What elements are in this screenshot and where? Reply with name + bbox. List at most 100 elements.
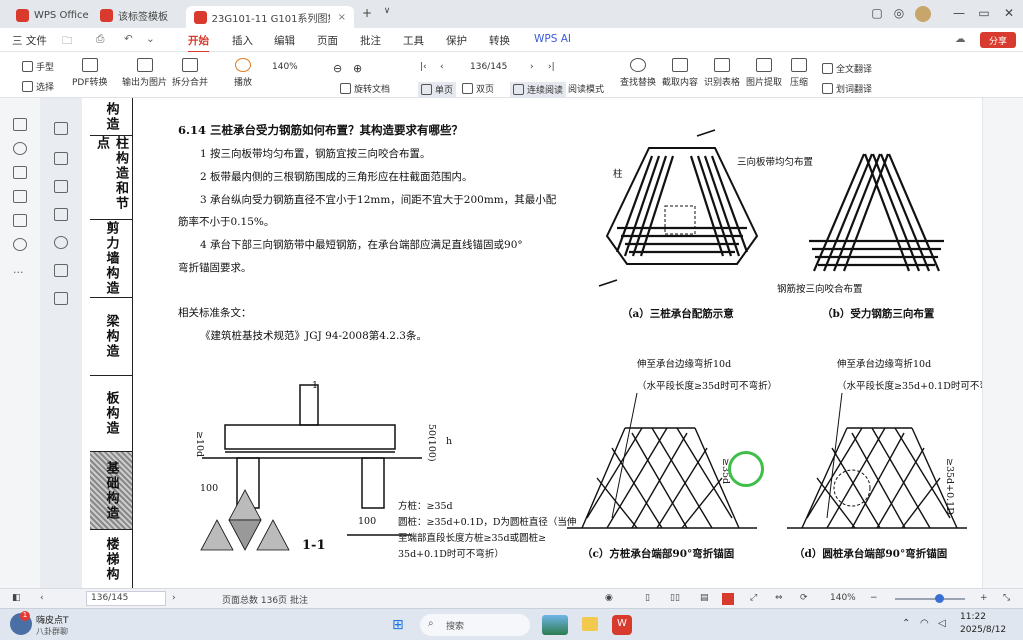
read-mode-button[interactable]: 阅读模式 [568,82,604,95]
tab-active-document[interactable]: 23G101-11 G101系列图集… × [186,6,354,28]
search-icon[interactable] [13,142,27,155]
thumbnail-icon[interactable] [13,118,27,131]
prev-page-icon[interactable]: ‹ [40,593,44,603]
compress-button[interactable]: 压缩 [790,58,808,88]
export-image-button[interactable]: 输出为图片 [122,58,167,88]
notification-title[interactable]: 嗨皮点T [36,613,69,626]
zoom-slider-handle[interactable] [935,594,944,603]
print-icon[interactable]: ⎙ [96,33,104,46]
layers-icon[interactable] [54,292,68,305]
widget-icon[interactable] [542,615,568,635]
zoom-select[interactable]: 140% [272,62,298,72]
taskbar-search[interactable]: 搜索 [420,614,530,636]
close-tab-icon[interactable]: × [338,12,346,23]
translate-all-button[interactable]: 全文翻译 [822,62,872,75]
more-icon[interactable]: ⌄ [146,33,155,45]
zoom-in-icon[interactable]: ⊕ [353,62,362,75]
first-page-icon[interactable]: |‹ [420,62,427,72]
signature-icon[interactable] [13,238,27,251]
single-page-icon[interactable]: ▯ [645,593,650,603]
list-icon[interactable] [54,180,68,193]
side-tab-column[interactable]: 柱构造和节点 [90,136,132,220]
side-tab-construct[interactable]: 构造 [90,98,132,136]
menu-annotate[interactable]: 批注 [360,33,381,48]
tab-wps-office[interactable]: WPS Office [8,4,97,26]
menu-convert[interactable]: 转换 [489,33,510,48]
menu-home[interactable]: 开始 [188,33,209,53]
fit-page-icon[interactable]: ⤢ [750,593,757,603]
clock-date[interactable]: 2025/8/12 [960,625,1006,635]
skin-icon[interactable]: ◎ [890,6,908,20]
windows-start-icon[interactable]: ⊞ [392,617,404,633]
play-button[interactable]: 播放 [234,58,252,88]
stamp-icon[interactable] [54,264,68,277]
zoom-out-icon[interactable]: ⊖ [333,62,342,75]
outline-icon[interactable] [54,122,68,135]
rotate-icon[interactable]: ⟳ [800,593,808,603]
comment-icon[interactable] [54,208,68,221]
menu-protect[interactable]: 保护 [446,33,467,48]
menu-page[interactable]: 页面 [317,33,338,48]
translate-word-button[interactable]: 划词翻译 [822,82,872,95]
close-window-icon[interactable]: ✕ [1000,6,1018,20]
double-page-button[interactable]: 双页 [462,82,494,95]
clock-time[interactable]: 11:22 [960,612,986,622]
menu-insert[interactable]: 插入 [232,33,253,48]
maximize-icon[interactable]: ▭ [975,6,993,20]
menu-edit[interactable]: 编辑 [274,33,295,48]
sidebar-toggle-icon[interactable]: ◧ [12,593,21,603]
side-tab-shearwall[interactable]: 剪力墙构造 [90,220,132,298]
side-tab-slab[interactable]: 板构造 [90,376,132,452]
record-icon[interactable] [722,593,734,605]
attachment-icon[interactable] [13,214,27,227]
menu-tools[interactable]: 工具 [403,33,424,48]
folder-icon[interactable]: 🗀 [62,33,73,51]
prev-page-icon[interactable]: ‹ [440,62,444,72]
select-tool-button[interactable]: 选择 [22,80,54,93]
zoom-in-icon[interactable]: + [980,593,988,603]
rotate-doc-button[interactable]: 旋转文档 [340,82,390,95]
new-tab-button[interactable]: + [358,6,376,20]
zoom-level[interactable]: 140% [830,593,856,603]
recognize-table-button[interactable]: 识别表格 [704,58,740,88]
find-replace-button[interactable]: 查找替换 [620,58,656,88]
side-tab-foundation[interactable]: 基础构造 [90,452,132,530]
undo-icon[interactable]: ↶ [124,33,133,45]
volume-icon[interactable]: ◁ [938,618,946,629]
page-icon[interactable] [54,152,68,165]
tab-list-button[interactable]: ∨ [378,6,396,16]
image-extract-button[interactable]: 图片提取 [746,58,782,88]
fullscreen-icon[interactable]: ⤡ [1003,593,1010,603]
file-explorer-icon[interactable] [582,617,598,631]
window-tile-icon[interactable]: ▢ [868,6,886,20]
annotation-toggle[interactable]: 批注 [290,593,308,606]
double-page-icon[interactable]: ▯▯ [670,593,680,603]
hand-tool-button[interactable]: 手型 [22,60,54,73]
share-button[interactable]: 分享 [980,32,1016,48]
wifi-icon[interactable]: ◠ [920,618,929,629]
wps-taskbar-icon[interactable]: W [612,615,632,635]
eye-icon[interactable]: ◉ [605,593,613,603]
bookmark-icon[interactable] [13,166,27,179]
side-tab-stairs[interactable]: 楼梯构 [90,530,132,588]
avatar[interactable] [915,6,931,22]
extract-content-button[interactable]: 截取内容 [662,58,698,88]
side-tab-beam[interactable]: 梁构造 [90,298,132,376]
pdf-convert-button[interactable]: PDF转换 [72,58,108,88]
menu-file[interactable]: 三 文件 [12,33,47,48]
zoom-out-icon[interactable]: − [870,593,878,603]
minimize-icon[interactable]: — [950,6,968,20]
continuous-read-button[interactable]: 连续阅读 [510,82,567,97]
split-merge-button[interactable]: 拆分合并 [172,58,208,88]
last-page-icon[interactable]: ›| [548,62,555,72]
more-icon[interactable]: ··· [13,266,27,279]
zoom-slider[interactable] [895,598,965,600]
single-page-button[interactable]: 单页 [418,82,457,97]
next-page-icon[interactable]: › [172,593,176,603]
fit-width-icon[interactable]: ⇔ [775,593,783,603]
annotation-icon[interactable] [13,190,27,203]
menu-wps-ai[interactable]: WPS AI [534,33,571,45]
continuous-icon[interactable]: ▤ [700,593,709,603]
page-number-input[interactable]: 136/145 [470,62,507,72]
tray-chevron-icon[interactable]: ⌃ [902,618,910,629]
